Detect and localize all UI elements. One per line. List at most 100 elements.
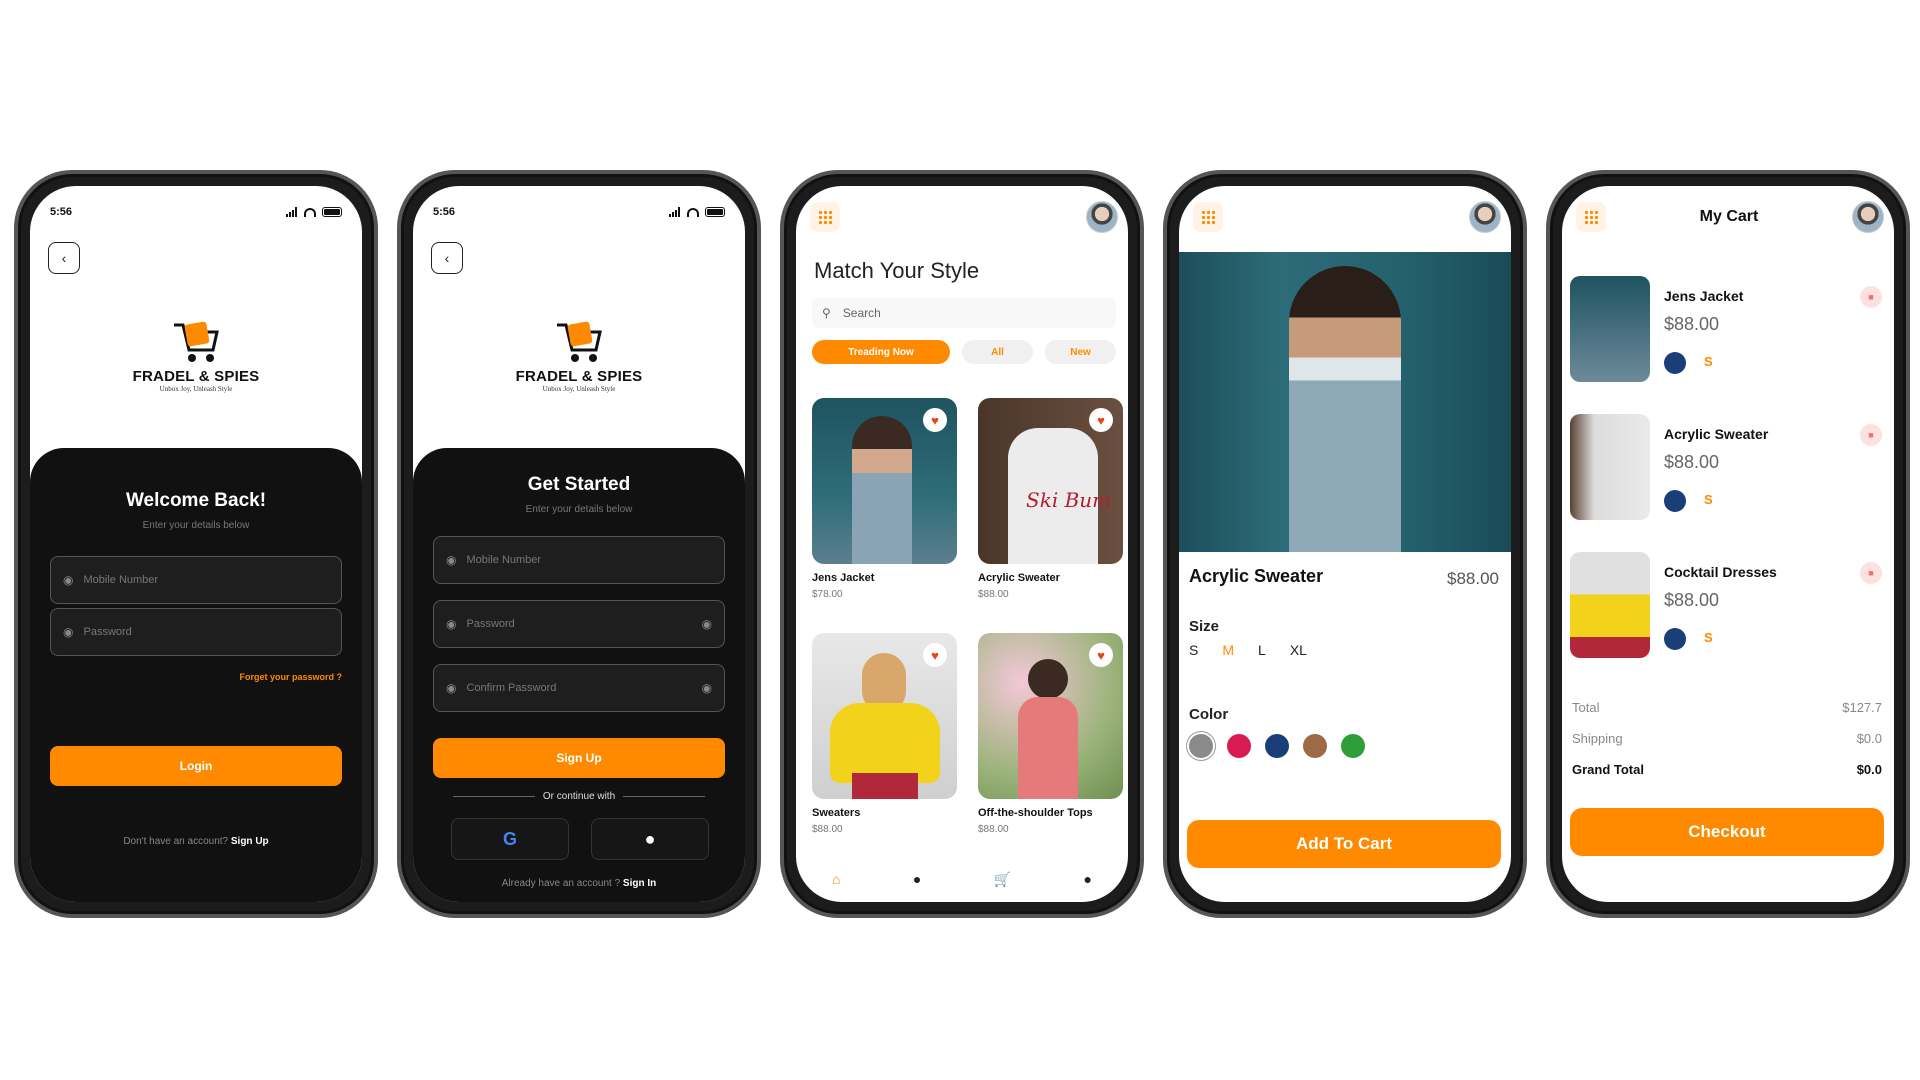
show-password-icon[interactable]: ◉ <box>702 617 712 631</box>
menu-grid-icon[interactable] <box>810 202 840 232</box>
status-time: 5:56 <box>433 206 456 218</box>
cart-item[interactable]: Jens Jacket $88.00 S ■ <box>1570 276 1882 386</box>
color-swatch-gray[interactable] <box>1189 734 1213 758</box>
status-bar: 5:56 <box>433 204 725 220</box>
chevron-left-icon: ‹ <box>61 250 67 266</box>
eye-icon: ◉ <box>446 553 457 567</box>
login-title: Welcome Back! <box>125 490 267 511</box>
checkout-button[interactable]: Checkout <box>1570 808 1884 856</box>
color-selector <box>1189 734 1365 758</box>
product-card[interactable]: Ski Bum ♥ Acrylic Sweater $88.00 <box>978 398 1123 600</box>
cart-icon[interactable]: 🛒 <box>994 871 1011 888</box>
size-option-xl[interactable]: XL <box>1290 642 1307 658</box>
eye-icon: ◉ <box>63 573 74 587</box>
mobile-field[interactable]: ◉ Mobile Number <box>433 536 725 584</box>
status-time: 5:56 <box>50 206 73 218</box>
forgot-password-link[interactable]: Forget your password ? <box>239 672 342 682</box>
user-icon[interactable]: ● <box>1084 871 1092 887</box>
show-password-icon[interactable]: ◉ <box>702 681 712 695</box>
showcase: 5:56 ‹ FRADEL & SPIES Unbox Joy, Unleash… <box>0 0 1920 1080</box>
product-price: $88.00 <box>1447 569 1499 588</box>
signup-screen: 5:56 ‹ FRADEL & SPIES Unbox Joy, Unleash… <box>413 186 745 902</box>
summary-label: Total <box>1572 700 1600 715</box>
detail-topbar <box>1193 200 1501 234</box>
password-placeholder: Password <box>466 618 515 630</box>
search-input[interactable]: ⚲ Search <box>812 298 1116 328</box>
favorite-icon[interactable]: ♥ <box>1089 643 1113 667</box>
chip-all[interactable]: All <box>962 340 1034 364</box>
cart-item[interactable]: Cocktail Dresses $88.00 S ■ <box>1570 552 1882 662</box>
add-to-cart-button[interactable]: Add To Cart <box>1187 820 1501 868</box>
brand-logo: FRADEL & SPIES Unbox Joy, Unleash Style <box>413 320 745 393</box>
chip-trending[interactable]: Treading Now <box>812 340 951 364</box>
cart-item-color <box>1664 352 1686 374</box>
summary-value: $0.0 <box>1856 731 1882 746</box>
color-swatch-blue[interactable] <box>1265 734 1289 758</box>
summary-shipping: Shipping $0.0 <box>1572 731 1882 746</box>
detail-screen: Acrylic Sweater $88.00 Size S M L XL Col… <box>1179 186 1511 902</box>
size-option-l[interactable]: L <box>1258 642 1266 658</box>
confirm-password-field[interactable]: ◉ Confirm Password ◉ <box>433 664 725 712</box>
product-name: Off-the-shoulder Tops <box>978 807 1093 819</box>
avatar[interactable] <box>1852 201 1884 233</box>
menu-grid-icon[interactable] <box>1193 202 1223 232</box>
favorite-icon[interactable]: ♥ <box>923 408 947 432</box>
menu-grid-icon[interactable] <box>1576 202 1606 232</box>
color-swatch-red[interactable] <box>1227 734 1251 758</box>
google-button[interactable]: G <box>451 818 569 860</box>
cart-item-size: S <box>1704 492 1713 507</box>
color-label: Color <box>1189 706 1229 723</box>
cart-item-size: S <box>1704 630 1713 645</box>
delete-icon[interactable]: ■ <box>1860 286 1882 308</box>
password-field[interactable]: ◉ Password <box>50 608 342 656</box>
phone-login: 5:56 ‹ FRADEL & SPIES Unbox Joy, Unleash… <box>14 170 378 918</box>
signin-prompt-text: Already have an account ? <box>501 878 621 889</box>
password-field[interactable]: ◉ Password ◉ <box>433 600 725 648</box>
signup-prompt-text: Don't have an account? <box>123 836 229 847</box>
color-swatch-brown[interactable] <box>1303 734 1327 758</box>
favorite-icon[interactable]: ♥ <box>1089 408 1113 432</box>
home-screen: Match Your Style ⚲ Search Treading Now A… <box>796 186 1128 902</box>
home-icon[interactable]: ⌂ <box>832 871 840 887</box>
back-button[interactable]: ‹ <box>48 242 80 274</box>
delete-icon[interactable]: ■ <box>1860 562 1882 584</box>
product-name: Acrylic Sweater <box>1189 566 1324 586</box>
signup-link[interactable]: Sign Up <box>231 836 269 847</box>
avatar[interactable] <box>1086 201 1118 233</box>
cart-item-color <box>1664 490 1686 512</box>
chip-new[interactable]: New <box>1045 340 1116 364</box>
cart-item-size: S <box>1704 354 1713 369</box>
search-icon: ⚲ <box>822 306 831 320</box>
product-card[interactable]: ♥ Sweaters $88.00 <box>812 633 957 835</box>
product-card[interactable]: ♥ Jens Jacket $78.00 <box>812 398 957 600</box>
chevron-left-icon: ‹ <box>444 250 450 266</box>
signup-button[interactable]: Sign Up <box>433 738 725 778</box>
brand-tagline: Unbox Joy, Unleash Style <box>542 385 616 393</box>
back-button[interactable]: ‹ <box>431 242 463 274</box>
cart-item-image <box>1570 414 1650 520</box>
shopping-cart-icon <box>171 320 221 366</box>
cart-item[interactable]: Acrylic Sweater $88.00 S ■ <box>1570 414 1882 524</box>
apple-button[interactable]: ● <box>591 818 709 860</box>
size-option-m[interactable]: M <box>1222 642 1234 658</box>
profile-icon[interactable]: ● <box>913 871 921 887</box>
color-swatch-green[interactable] <box>1341 734 1365 758</box>
login-button[interactable]: Login <box>50 746 342 786</box>
product-image: ♥ <box>812 398 957 564</box>
bottom-nav: ⌂ ● 🛒 ● <box>816 866 1108 892</box>
phone-cart: My Cart Jens Jacket $88.00 S ■ Acrylic S… <box>1546 170 1910 918</box>
apple-icon: ● <box>644 828 656 849</box>
cart-item-name: Acrylic Sweater <box>1664 426 1769 442</box>
favorite-icon[interactable]: ♥ <box>923 643 947 667</box>
product-image: Ski Bum ♥ <box>978 398 1123 564</box>
avatar[interactable] <box>1469 201 1501 233</box>
delete-icon[interactable]: ■ <box>1860 424 1882 446</box>
mobile-field[interactable]: ◉ Mobile Number <box>50 556 342 604</box>
size-option-s[interactable]: S <box>1189 642 1198 658</box>
product-card[interactable]: ♥ Off-the-shoulder Tops $88.00 <box>978 633 1123 835</box>
signup-prompt: Don't have an account? Sign Up <box>30 836 362 847</box>
status-bar: 5:56 <box>50 204 342 220</box>
product-price: $88.00 <box>978 589 1009 600</box>
brand-logo: FRADEL & SPIES Unbox Joy, Unleash Style <box>30 320 362 393</box>
signin-link[interactable]: Sign In <box>623 878 656 889</box>
